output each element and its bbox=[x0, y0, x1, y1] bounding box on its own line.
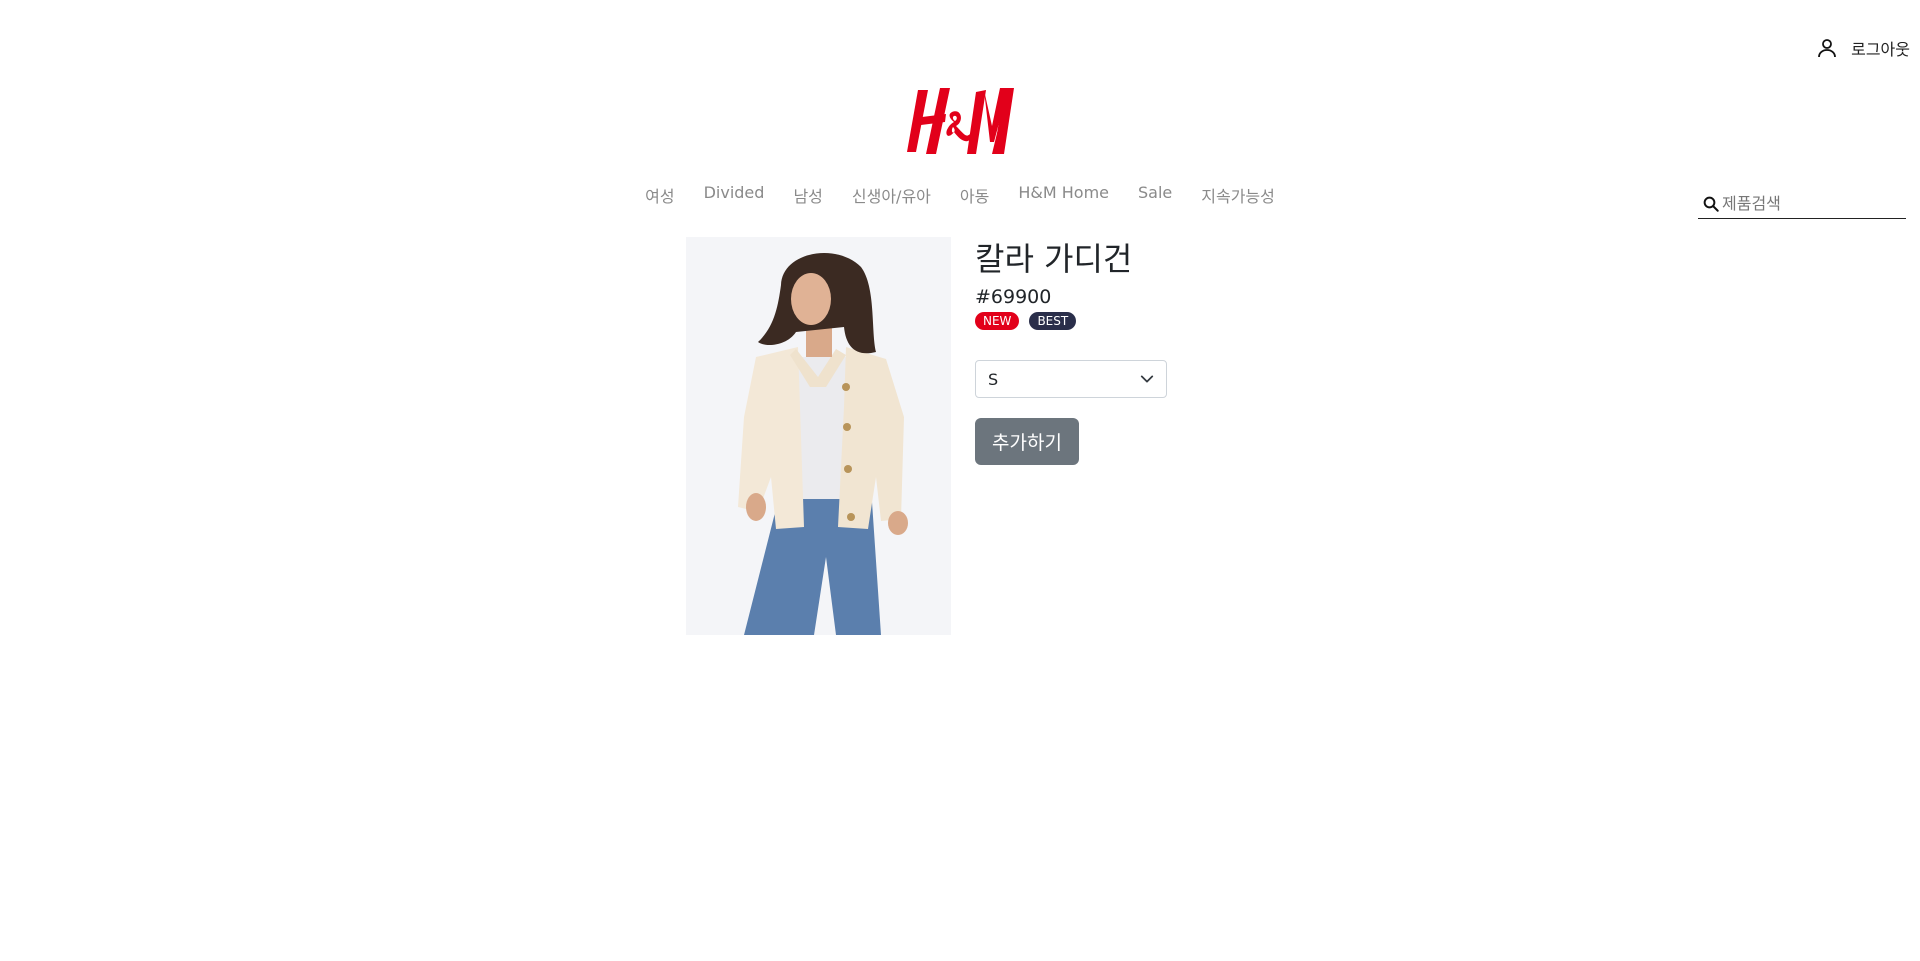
search-input[interactable] bbox=[1722, 194, 1902, 213]
size-select[interactable]: S bbox=[975, 360, 1167, 398]
user-icon bbox=[1818, 39, 1837, 58]
nav-item-home[interactable]: H&M Home bbox=[1018, 183, 1109, 207]
new-badge: NEW bbox=[975, 312, 1020, 330]
chevron-down-icon bbox=[1140, 375, 1154, 383]
product-photo-illustration bbox=[686, 237, 951, 635]
product-title: 칼라 가디건 bbox=[975, 240, 1133, 278]
main-nav: 여성 Divided 남성 신생아/유아 아동 H&M Home Sale 지속… bbox=[0, 183, 1920, 207]
size-select-value: S bbox=[988, 369, 999, 389]
product-info: 칼라 가디건 #69900 NEW BEST S 추가하기 bbox=[975, 237, 1167, 465]
logout-link[interactable]: 로그아웃 bbox=[1815, 36, 1910, 60]
nav-item-sale[interactable]: Sale bbox=[1138, 183, 1172, 207]
nav-item-divided[interactable]: Divided bbox=[704, 183, 765, 207]
hm-logo[interactable] bbox=[904, 82, 1016, 160]
nav-item-baby[interactable]: 신생아/유아 bbox=[852, 183, 931, 207]
nav-item-kids[interactable]: 아동 bbox=[960, 183, 989, 207]
nav-item-men[interactable]: 남성 bbox=[793, 183, 822, 207]
best-badge: BEST bbox=[1029, 312, 1077, 330]
add-to-cart-button[interactable]: 추가하기 bbox=[975, 418, 1079, 465]
badge-list: NEW BEST bbox=[975, 312, 1167, 330]
search-icon[interactable] bbox=[1702, 195, 1720, 213]
nav-item-women[interactable]: 여성 bbox=[645, 183, 674, 207]
search-box bbox=[1698, 189, 1906, 219]
logout-label: 로그아웃 bbox=[1851, 40, 1910, 59]
nav-item-sustainability[interactable]: 지속가능성 bbox=[1201, 183, 1275, 207]
product-image bbox=[686, 237, 951, 635]
hm-logo-icon bbox=[907, 88, 1014, 154]
product-detail-page: 로그아웃 여성 Divided 남성 신생아/유아 아동 H&M Home Sa… bbox=[0, 0, 1920, 961]
product-price: #69900 bbox=[975, 286, 1052, 308]
